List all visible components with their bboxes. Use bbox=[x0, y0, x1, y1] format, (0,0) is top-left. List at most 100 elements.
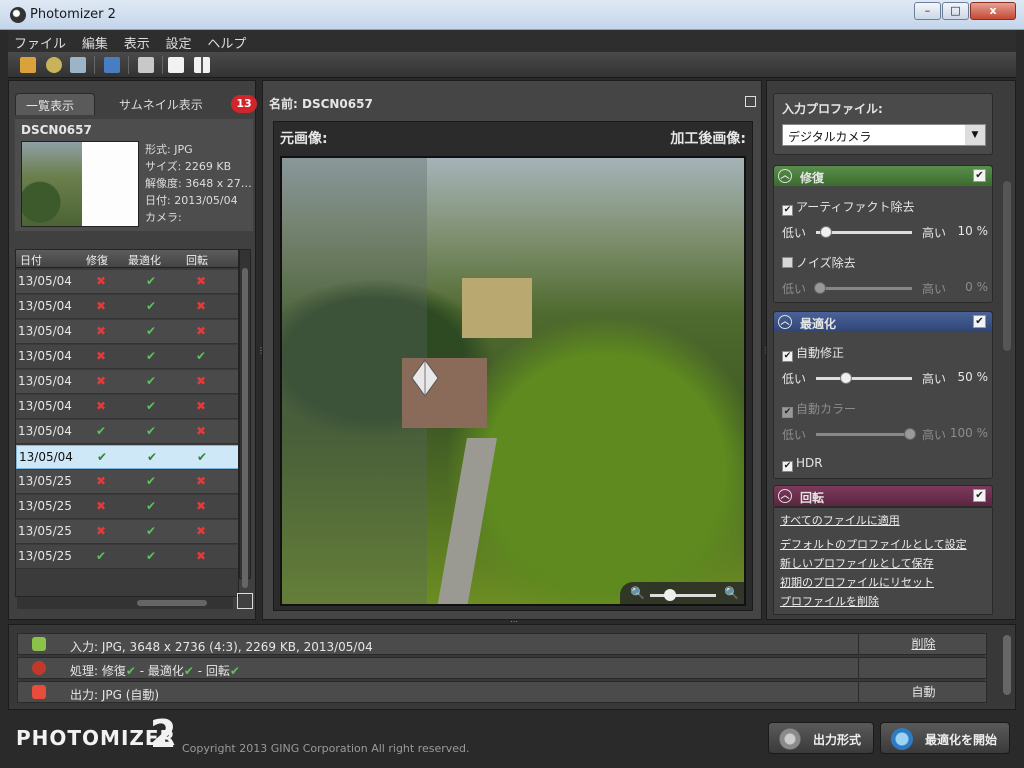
auto-color-slider-row: 低い 高い 100 % bbox=[782, 426, 988, 442]
open-image-icon[interactable] bbox=[20, 57, 36, 73]
table-row[interactable]: 13/05/04 ✖ ✔ ✖ bbox=[16, 295, 238, 319]
process-rotate: - 回転 bbox=[193, 664, 230, 678]
apply-all-link[interactable]: すべてのファイルに適用 bbox=[780, 512, 900, 528]
auto-fix-option[interactable]: ✔ 自動修正 bbox=[782, 344, 844, 362]
cross-icon: ✖ bbox=[96, 324, 107, 338]
expand-icon[interactable] bbox=[745, 96, 756, 107]
open-folder-icon[interactable] bbox=[46, 57, 62, 73]
delete-profile-link[interactable]: プロファイルを削除 bbox=[780, 593, 879, 609]
rotate-checkbox[interactable]: ✔ bbox=[973, 489, 986, 502]
auto-fix-checkbox[interactable]: ✔ bbox=[782, 351, 793, 362]
noise-checkbox[interactable] bbox=[782, 257, 793, 268]
start-optimize-button[interactable]: 最適化を開始 bbox=[880, 722, 1010, 754]
check-icon: ✔ bbox=[146, 324, 157, 338]
output-auto-button[interactable]: 自動 bbox=[858, 682, 988, 702]
noise-slider-knob[interactable] bbox=[814, 282, 826, 294]
check-icon: ✔ bbox=[146, 349, 157, 363]
artifact-slider-row: 低い 高い 10 % bbox=[782, 224, 988, 240]
artifact-slider-knob[interactable] bbox=[820, 226, 832, 238]
auto-fix-high-label: 高い bbox=[922, 372, 947, 386]
col-opt[interactable]: 最適化 bbox=[128, 252, 161, 268]
save-new-link[interactable]: 新しいプロファイルとして保存 bbox=[780, 555, 934, 571]
auto-color-slider[interactable] bbox=[816, 433, 912, 436]
hdr-checkbox[interactable]: ✔ bbox=[782, 461, 793, 472]
noise-high-label: 高い bbox=[922, 282, 947, 296]
auto-fix-slider-knob[interactable] bbox=[840, 372, 852, 384]
auto-fix-slider[interactable] bbox=[816, 377, 912, 380]
artifact-option[interactable]: ✔ アーティファクト除去 bbox=[782, 198, 915, 216]
noise-option[interactable]: ノイズ除去 bbox=[782, 254, 856, 271]
table-row[interactable]: 13/05/25 ✖ ✔ ✖ bbox=[16, 470, 238, 494]
info-scrollbar[interactable] bbox=[1003, 635, 1011, 695]
comparison-image[interactable]: 🔍 🔍 bbox=[280, 156, 746, 606]
chevron-down-icon[interactable]: ▼ bbox=[965, 125, 985, 145]
single-view-icon[interactable] bbox=[168, 57, 184, 73]
check-icon: ✔ bbox=[146, 499, 157, 513]
settings-scrollbar[interactable] bbox=[1003, 181, 1011, 351]
tab-thumbnail-view[interactable]: サムネイル表示 bbox=[109, 93, 229, 115]
remove-icon[interactable] bbox=[138, 57, 154, 73]
cross-icon: ✖ bbox=[196, 499, 207, 513]
output-format-button[interactable]: 出力形式 bbox=[768, 722, 874, 754]
file-list-hscrollbar[interactable] bbox=[17, 597, 233, 609]
file-list-scrollbar[interactable] bbox=[239, 249, 251, 588]
cross-icon: ✖ bbox=[196, 474, 207, 488]
auto-color-slider-knob[interactable] bbox=[904, 428, 916, 440]
zoom-slider-knob[interactable] bbox=[663, 589, 676, 601]
table-row[interactable]: 13/05/04 ✖ ✔ ✖ bbox=[16, 370, 238, 394]
photomizer-logo: PHOTOMIZER 2 bbox=[16, 712, 176, 756]
artifact-value: 10 % bbox=[957, 224, 989, 238]
collapse-icon[interactable]: ︿ bbox=[778, 169, 792, 183]
optimize-section: ︿ 最適化 ✔ ✔ 自動修正 低い 高い 50 % ✔ 自動カラー 低い 高い 10… bbox=[773, 311, 993, 479]
table-row[interactable]: 13/05/25 ✔ ✔ ✖ bbox=[16, 545, 238, 569]
zoom-in-icon[interactable]: 🔍 bbox=[724, 586, 739, 600]
set-default-link[interactable]: デフォルトのプロファイルとして設定 bbox=[780, 536, 967, 552]
table-row[interactable]: 13/05/04 ✔ ✔ ✖ bbox=[16, 420, 238, 444]
collapse-icon[interactable]: ︿ bbox=[778, 315, 792, 329]
input-profile-select[interactable]: デジタルカメラ ▼ bbox=[782, 124, 986, 146]
optimize-checkbox[interactable]: ✔ bbox=[973, 315, 986, 328]
tab-list-view[interactable]: 一覧表示 bbox=[15, 93, 95, 115]
col-date[interactable]: 日付 bbox=[20, 252, 42, 268]
repair-header[interactable]: ︿ 修復 ✔ bbox=[774, 166, 992, 186]
table-row[interactable]: 13/05/04 ✖ ✔ ✖ bbox=[16, 320, 238, 344]
split-view-icon[interactable] bbox=[194, 57, 210, 73]
auto-color-checkbox[interactable]: ✔ bbox=[782, 407, 793, 418]
collapse-icon[interactable]: ︿ bbox=[778, 489, 792, 503]
noise-slider[interactable] bbox=[816, 287, 912, 290]
split-handle-icon[interactable] bbox=[410, 358, 440, 398]
rotate-header[interactable]: ︿ 回転 ✔ bbox=[774, 486, 992, 506]
artifact-label: アーティファクト除去 bbox=[796, 200, 915, 214]
search-icon[interactable] bbox=[70, 57, 86, 73]
table-row[interactable]: 13/05/25 ✖ ✔ ✖ bbox=[16, 495, 238, 519]
hdr-option[interactable]: ✔ HDR bbox=[782, 456, 823, 472]
col-fix[interactable]: 修復 bbox=[86, 252, 108, 268]
table-row[interactable]: 13/05/04 ✖ ✔ ✖ bbox=[16, 270, 238, 294]
save-icon[interactable] bbox=[104, 57, 120, 73]
artifact-high-label: 高い bbox=[922, 226, 947, 240]
minimize-button[interactable]: – bbox=[914, 2, 941, 20]
maximize-button[interactable]: □ bbox=[942, 2, 969, 20]
check-icon: ✔ bbox=[146, 549, 157, 563]
close-button[interactable]: x bbox=[970, 2, 1016, 20]
artifact-checkbox[interactable]: ✔ bbox=[782, 205, 793, 216]
menu-bar: ファイル 編集 表示 設定 ヘルプ bbox=[8, 30, 1016, 52]
table-row[interactable]: 13/05/04 ✔ ✔ ✔ bbox=[16, 445, 238, 469]
row-date: 13/05/04 bbox=[18, 374, 72, 388]
resize-corner[interactable] bbox=[237, 593, 253, 609]
zoom-slider[interactable] bbox=[650, 594, 716, 597]
delete-button[interactable]: 削除 bbox=[858, 634, 988, 654]
compare-frame: 元画像: 加工後画像: 🔍 🔍 bbox=[273, 121, 753, 611]
repair-checkbox[interactable]: ✔ bbox=[973, 169, 986, 182]
col-rot[interactable]: 回転 bbox=[186, 252, 208, 268]
table-row[interactable]: 13/05/04 ✖ ✔ ✔ bbox=[16, 345, 238, 369]
table-row[interactable]: 13/05/04 ✖ ✔ ✖ bbox=[16, 395, 238, 419]
zoom-out-icon[interactable]: 🔍 bbox=[630, 586, 645, 600]
auto-color-low-label: 低い bbox=[782, 428, 807, 442]
table-row[interactable]: 13/05/25 ✖ ✔ ✖ bbox=[16, 520, 238, 544]
check-icon: ✔ bbox=[147, 450, 158, 464]
reset-link[interactable]: 初期のプロファイルにリセット bbox=[780, 574, 934, 590]
row-date: 13/05/04 bbox=[19, 450, 73, 464]
optimize-header[interactable]: ︿ 最適化 ✔ bbox=[774, 312, 992, 332]
auto-color-option[interactable]: ✔ 自動カラー bbox=[782, 400, 856, 418]
